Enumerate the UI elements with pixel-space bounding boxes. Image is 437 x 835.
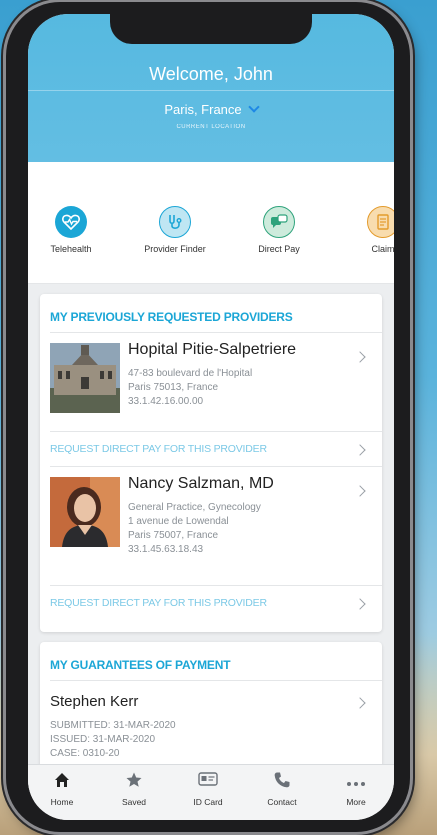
- chevron-right-icon: [354, 444, 366, 456]
- provider-phone: 33.1.42.16.00.00: [128, 396, 204, 407]
- chevron-right-icon: [354, 485, 366, 497]
- tab-saved[interactable]: Saved: [104, 771, 164, 807]
- tab-label: Home: [50, 797, 74, 807]
- chevron-right-icon: [354, 598, 366, 610]
- tab-id-card[interactable]: ID Card: [178, 771, 238, 807]
- guarantees-card: MY GUARANTEES OF PAYMENT Stephen Kerr SU…: [40, 642, 382, 782]
- doctor-portrait-photo: [50, 477, 120, 547]
- tab-home[interactable]: Home: [32, 771, 92, 807]
- document-icon: [367, 206, 394, 238]
- quick-action-telehealth[interactable]: Telehealth: [28, 206, 116, 254]
- chevron-right-icon: [354, 351, 366, 363]
- quick-action-label: Telehealth: [50, 244, 92, 254]
- provider-name: Hopital Pitie-Salpetriere: [128, 341, 297, 358]
- bottom-tab-bar: Home Saved ID Card Contact More: [28, 764, 394, 820]
- more-dots-icon: [326, 771, 386, 793]
- location-selector[interactable]: Paris, France: [28, 101, 394, 117]
- guarantee-issued: ISSUED: 31-MAR-2020: [50, 734, 156, 745]
- provider-address-line: 47-83 boulevard de l'Hopital: [128, 368, 253, 379]
- provider-city-line: Paris 75013, France: [128, 382, 219, 393]
- tab-label: More: [346, 797, 366, 807]
- header-divider: [28, 90, 394, 91]
- heart-pulse-icon: [55, 206, 87, 238]
- stethoscope-icon: [159, 206, 191, 238]
- quick-action-claim[interactable]: Claim: [338, 206, 394, 254]
- card-title: MY PREVIOUSLY REQUESTED PROVIDERS: [50, 310, 293, 324]
- id-card-icon: [178, 771, 238, 793]
- request-direct-pay-link[interactable]: REQUEST DIRECT PAY FOR THIS PROVIDER: [40, 586, 382, 620]
- tab-label: Saved: [121, 797, 147, 807]
- tab-contact[interactable]: Contact: [252, 771, 312, 807]
- chevron-down-icon: [247, 101, 260, 113]
- quick-action-label: Claim: [371, 244, 394, 254]
- quick-actions-bar: Telehealth Provider Finder Direct Pay Cl…: [28, 162, 394, 284]
- location-caption: CURRENT LOCATION: [176, 124, 246, 130]
- quick-action-direct-pay[interactable]: Direct Pay: [234, 206, 324, 254]
- tab-label: ID Card: [193, 797, 223, 807]
- location-label: Paris, France: [164, 102, 242, 117]
- provider-specialty: General Practice, Gynecology: [128, 502, 261, 513]
- chat-bubble-icon: [263, 206, 295, 238]
- phone-frame: Welcome, John Paris, France CURRENT LOCA…: [6, 2, 410, 832]
- quick-action-label: Direct Pay: [258, 244, 300, 254]
- hospital-building-photo: [50, 343, 120, 413]
- provider-address-line: 1 avenue de Lowendal: [128, 516, 229, 527]
- previous-providers-card: MY PREVIOUSLY REQUESTED PROVIDERS Hopita…: [40, 294, 382, 632]
- quick-action-provider-finder[interactable]: Provider Finder: [130, 206, 220, 254]
- app-screen: Welcome, John Paris, France CURRENT LOCA…: [28, 14, 394, 820]
- provider-name: Nancy Salzman, MD: [128, 475, 274, 492]
- tab-more[interactable]: More: [326, 771, 386, 807]
- card-title: MY GUARANTEES OF PAYMENT: [50, 658, 231, 672]
- request-direct-pay-label: REQUEST DIRECT PAY FOR THIS PROVIDER: [50, 597, 267, 609]
- guarantee-submitted: SUBMITTED: 31-MAR-2020: [50, 720, 176, 731]
- guarantee-case: CASE: 0310-20: [50, 748, 120, 759]
- chevron-right-icon: [354, 697, 366, 709]
- provider-phone: 33.1.45.63.18.43: [128, 544, 204, 555]
- home-icon: [32, 771, 92, 793]
- star-icon: [104, 771, 164, 793]
- tab-label: Contact: [267, 797, 297, 807]
- request-direct-pay-label: REQUEST DIRECT PAY FOR THIS PROVIDER: [50, 443, 267, 455]
- phone-notch: [110, 14, 312, 44]
- quick-action-label: Provider Finder: [144, 244, 206, 254]
- phone-icon: [252, 771, 312, 793]
- provider-row[interactable]: Nancy Salzman, MD General Practice, Gyne…: [40, 467, 382, 585]
- request-direct-pay-link[interactable]: REQUEST DIRECT PAY FOR THIS PROVIDER: [40, 432, 382, 466]
- provider-row[interactable]: Hopital Pitie-Salpetriere 47-83 boulevar…: [40, 333, 382, 431]
- provider-city-line: Paris 75007, France: [128, 530, 219, 541]
- guarantee-name: Stephen Kerr: [50, 693, 139, 710]
- welcome-title: Welcome, John: [149, 64, 273, 84]
